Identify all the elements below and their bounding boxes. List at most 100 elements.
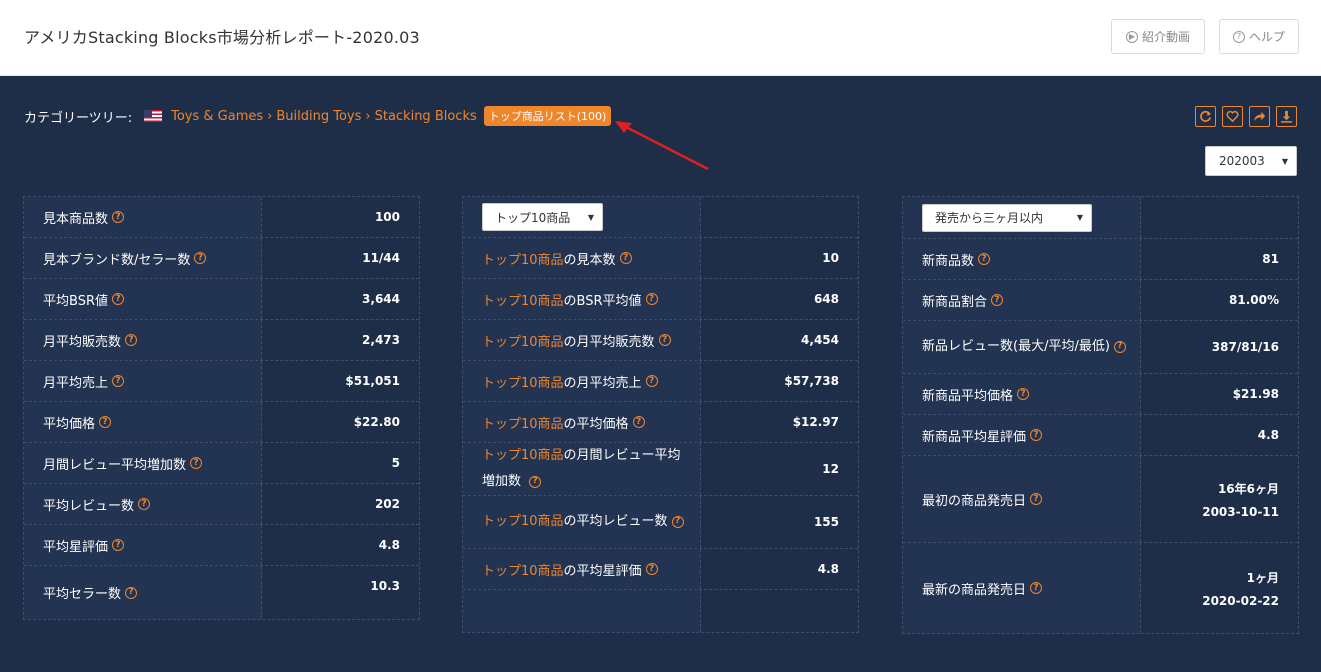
duration-value: 16年6ヶ月	[1217, 481, 1279, 496]
help-icon[interactable]: ?	[138, 498, 151, 510]
table-row: 新商品数? 81	[903, 239, 1298, 280]
row-value: 3,644	[262, 279, 419, 319]
help-icon[interactable]: ?	[645, 563, 658, 575]
row-label: の月平均販売数	[563, 334, 655, 350]
row-value: 4.8	[1141, 415, 1298, 455]
row-label: 新商品平均価格	[922, 388, 1014, 404]
help-icon[interactable]: ?	[529, 475, 542, 488]
table-row: 発売から三ヶ月以内 ▼	[903, 197, 1298, 239]
help-icon[interactable]: ?	[1113, 340, 1126, 353]
table-row: 最初の商品発売日? 16年6ヶ月 2003-10-11	[903, 456, 1298, 543]
row-label: の平均レビュー数	[563, 514, 668, 529]
table-row: トップ10商品の平均レビュー数? 155	[463, 496, 858, 549]
date-value: 2003-10-11	[1202, 504, 1279, 519]
favorite-button[interactable]	[1222, 106, 1243, 127]
row-label: 平均レビュー数	[43, 498, 135, 514]
row-label: 見本商品数	[43, 211, 109, 227]
top10-prefix: トップ10商品	[482, 514, 564, 529]
row-value: 202	[262, 484, 419, 524]
row-value: 10.3	[262, 566, 419, 619]
breadcrumb: カテゴリーツリー: Toys & Games › Building Toys ›…	[24, 106, 612, 126]
table-row: トップ10商品 の平均価格? $12.97	[463, 402, 858, 443]
breadcrumb-item-stacking-blocks[interactable]: Stacking Blocks	[375, 109, 477, 124]
breadcrumb-separator: ›	[365, 108, 371, 124]
help-icon[interactable]: ?	[1030, 582, 1043, 594]
table-row: 新商品割合? 81.00%	[903, 280, 1298, 321]
help-icon[interactable]: ?	[112, 211, 125, 223]
share-button[interactable]	[1249, 106, 1270, 127]
help-icon[interactable]: ?	[190, 457, 203, 469]
refresh-icon	[1200, 110, 1212, 122]
table-row: 月平均売上? $51,051	[24, 361, 419, 402]
help-icon[interactable]: ?	[991, 294, 1004, 306]
row-label: 最新の商品発売日	[922, 582, 1027, 598]
help-icon[interactable]: ?	[671, 515, 684, 528]
help-icon[interactable]: ?	[125, 586, 138, 599]
toolbar	[1195, 106, 1297, 127]
help-icon[interactable]: ?	[111, 293, 124, 305]
help-icon[interactable]: ?	[658, 334, 671, 346]
help-icon[interactable]: ?	[1030, 493, 1043, 505]
help-icon[interactable]: ?	[194, 252, 207, 264]
row-label: 平均価格	[43, 416, 96, 432]
release-period-select[interactable]: 発売から三ヶ月以内 ▼	[922, 203, 1092, 232]
breadcrumb-item-toys-games[interactable]: Toys & Games	[171, 109, 263, 124]
table-row: 月間レビュー平均増加数 ? 5	[24, 443, 419, 484]
row-label: 新商品割合	[922, 294, 988, 310]
table-row: トップ10商品 の月平均売上? $57,738	[463, 361, 858, 402]
help-icon[interactable]: ?	[978, 253, 991, 265]
breadcrumb-separator: ›	[267, 108, 273, 124]
page-title: アメリカStacking Blocks市場分析レポート-2020.03	[24, 28, 420, 47]
row-value: 4.8	[262, 525, 419, 565]
heart-icon	[1226, 110, 1239, 123]
period-select[interactable]: 202003 ▼	[1205, 146, 1297, 176]
help-icon[interactable]: ?	[645, 293, 658, 305]
row-value: 2,473	[262, 320, 419, 360]
chevron-down-icon: ▼	[587, 212, 594, 222]
table-row: トップ10商品 の平均星評価? 4.8	[463, 549, 858, 590]
table-row: トップ10商品の月間レビュー平均増加数 ? 12	[463, 443, 858, 496]
top10-prefix: トップ10商品	[482, 563, 564, 579]
row-label: 新商品数	[922, 253, 975, 269]
table-row: 最新の商品発売日? 1ヶ月 2020-02-22	[903, 543, 1298, 633]
table-row: トップ10商品 の月平均販売数? 4,454	[463, 320, 858, 361]
period-select-value: 202003	[1219, 154, 1265, 168]
report-panel: カテゴリーツリー: Toys & Games › Building Toys ›…	[0, 76, 1321, 672]
top-products-list-badge[interactable]: トップ商品リスト(100)	[483, 106, 612, 126]
row-value: 100	[262, 197, 419, 237]
help-icon[interactable]: ?	[1030, 429, 1043, 441]
table-row	[463, 590, 858, 632]
row-value: 5	[262, 443, 419, 483]
top10-prefix: トップ10商品	[482, 416, 564, 432]
help-icon[interactable]: ?	[619, 252, 632, 264]
help-icon[interactable]: ?	[125, 334, 138, 346]
row-label: 見本ブランド数/セラー数	[43, 252, 191, 268]
top-n-select[interactable]: トップ10商品 ▼	[482, 203, 603, 231]
row-value: 81.00%	[1141, 280, 1298, 320]
breadcrumb-item-building-toys[interactable]: Building Toys	[276, 109, 361, 124]
row-label: 月平均販売数	[43, 334, 122, 350]
help-icon[interactable]: ?	[645, 375, 658, 387]
row-label: 新商品平均星評価	[922, 429, 1027, 445]
download-button[interactable]	[1276, 106, 1297, 127]
video-button-label: 紹介動画	[1141, 30, 1190, 44]
row-label: 月間レビュー平均増加数	[43, 457, 187, 473]
help-icon[interactable]: ?	[1017, 388, 1030, 400]
top-n-select-value: トップ10商品	[495, 210, 571, 225]
refresh-button[interactable]	[1195, 106, 1216, 127]
help-icon[interactable]: ?	[112, 375, 125, 387]
video-button[interactable]: ▶ 紹介動画	[1111, 19, 1205, 54]
help-icon[interactable]: ?	[112, 539, 125, 551]
row-label: 新品レビュー数(最大/平均/最低)	[922, 339, 1110, 354]
help-icon[interactable]: ?	[632, 416, 645, 428]
table-row: 見本商品数? 100	[24, 197, 419, 238]
help-button[interactable]: ? ヘルプ	[1219, 19, 1299, 54]
us-flag-icon	[144, 110, 163, 122]
help-icon[interactable]: ?	[99, 416, 112, 428]
table-row: 平均レビュー数 ? 202	[24, 484, 419, 525]
release-period-select-value: 発売から三ヶ月以内	[935, 211, 1044, 225]
row-value: 11/44	[262, 238, 419, 278]
duration-value: 1ヶ月	[1246, 570, 1279, 585]
top10-prefix: トップ10商品	[482, 252, 564, 268]
table-row: 平均セラー数? 10.3	[24, 566, 419, 619]
